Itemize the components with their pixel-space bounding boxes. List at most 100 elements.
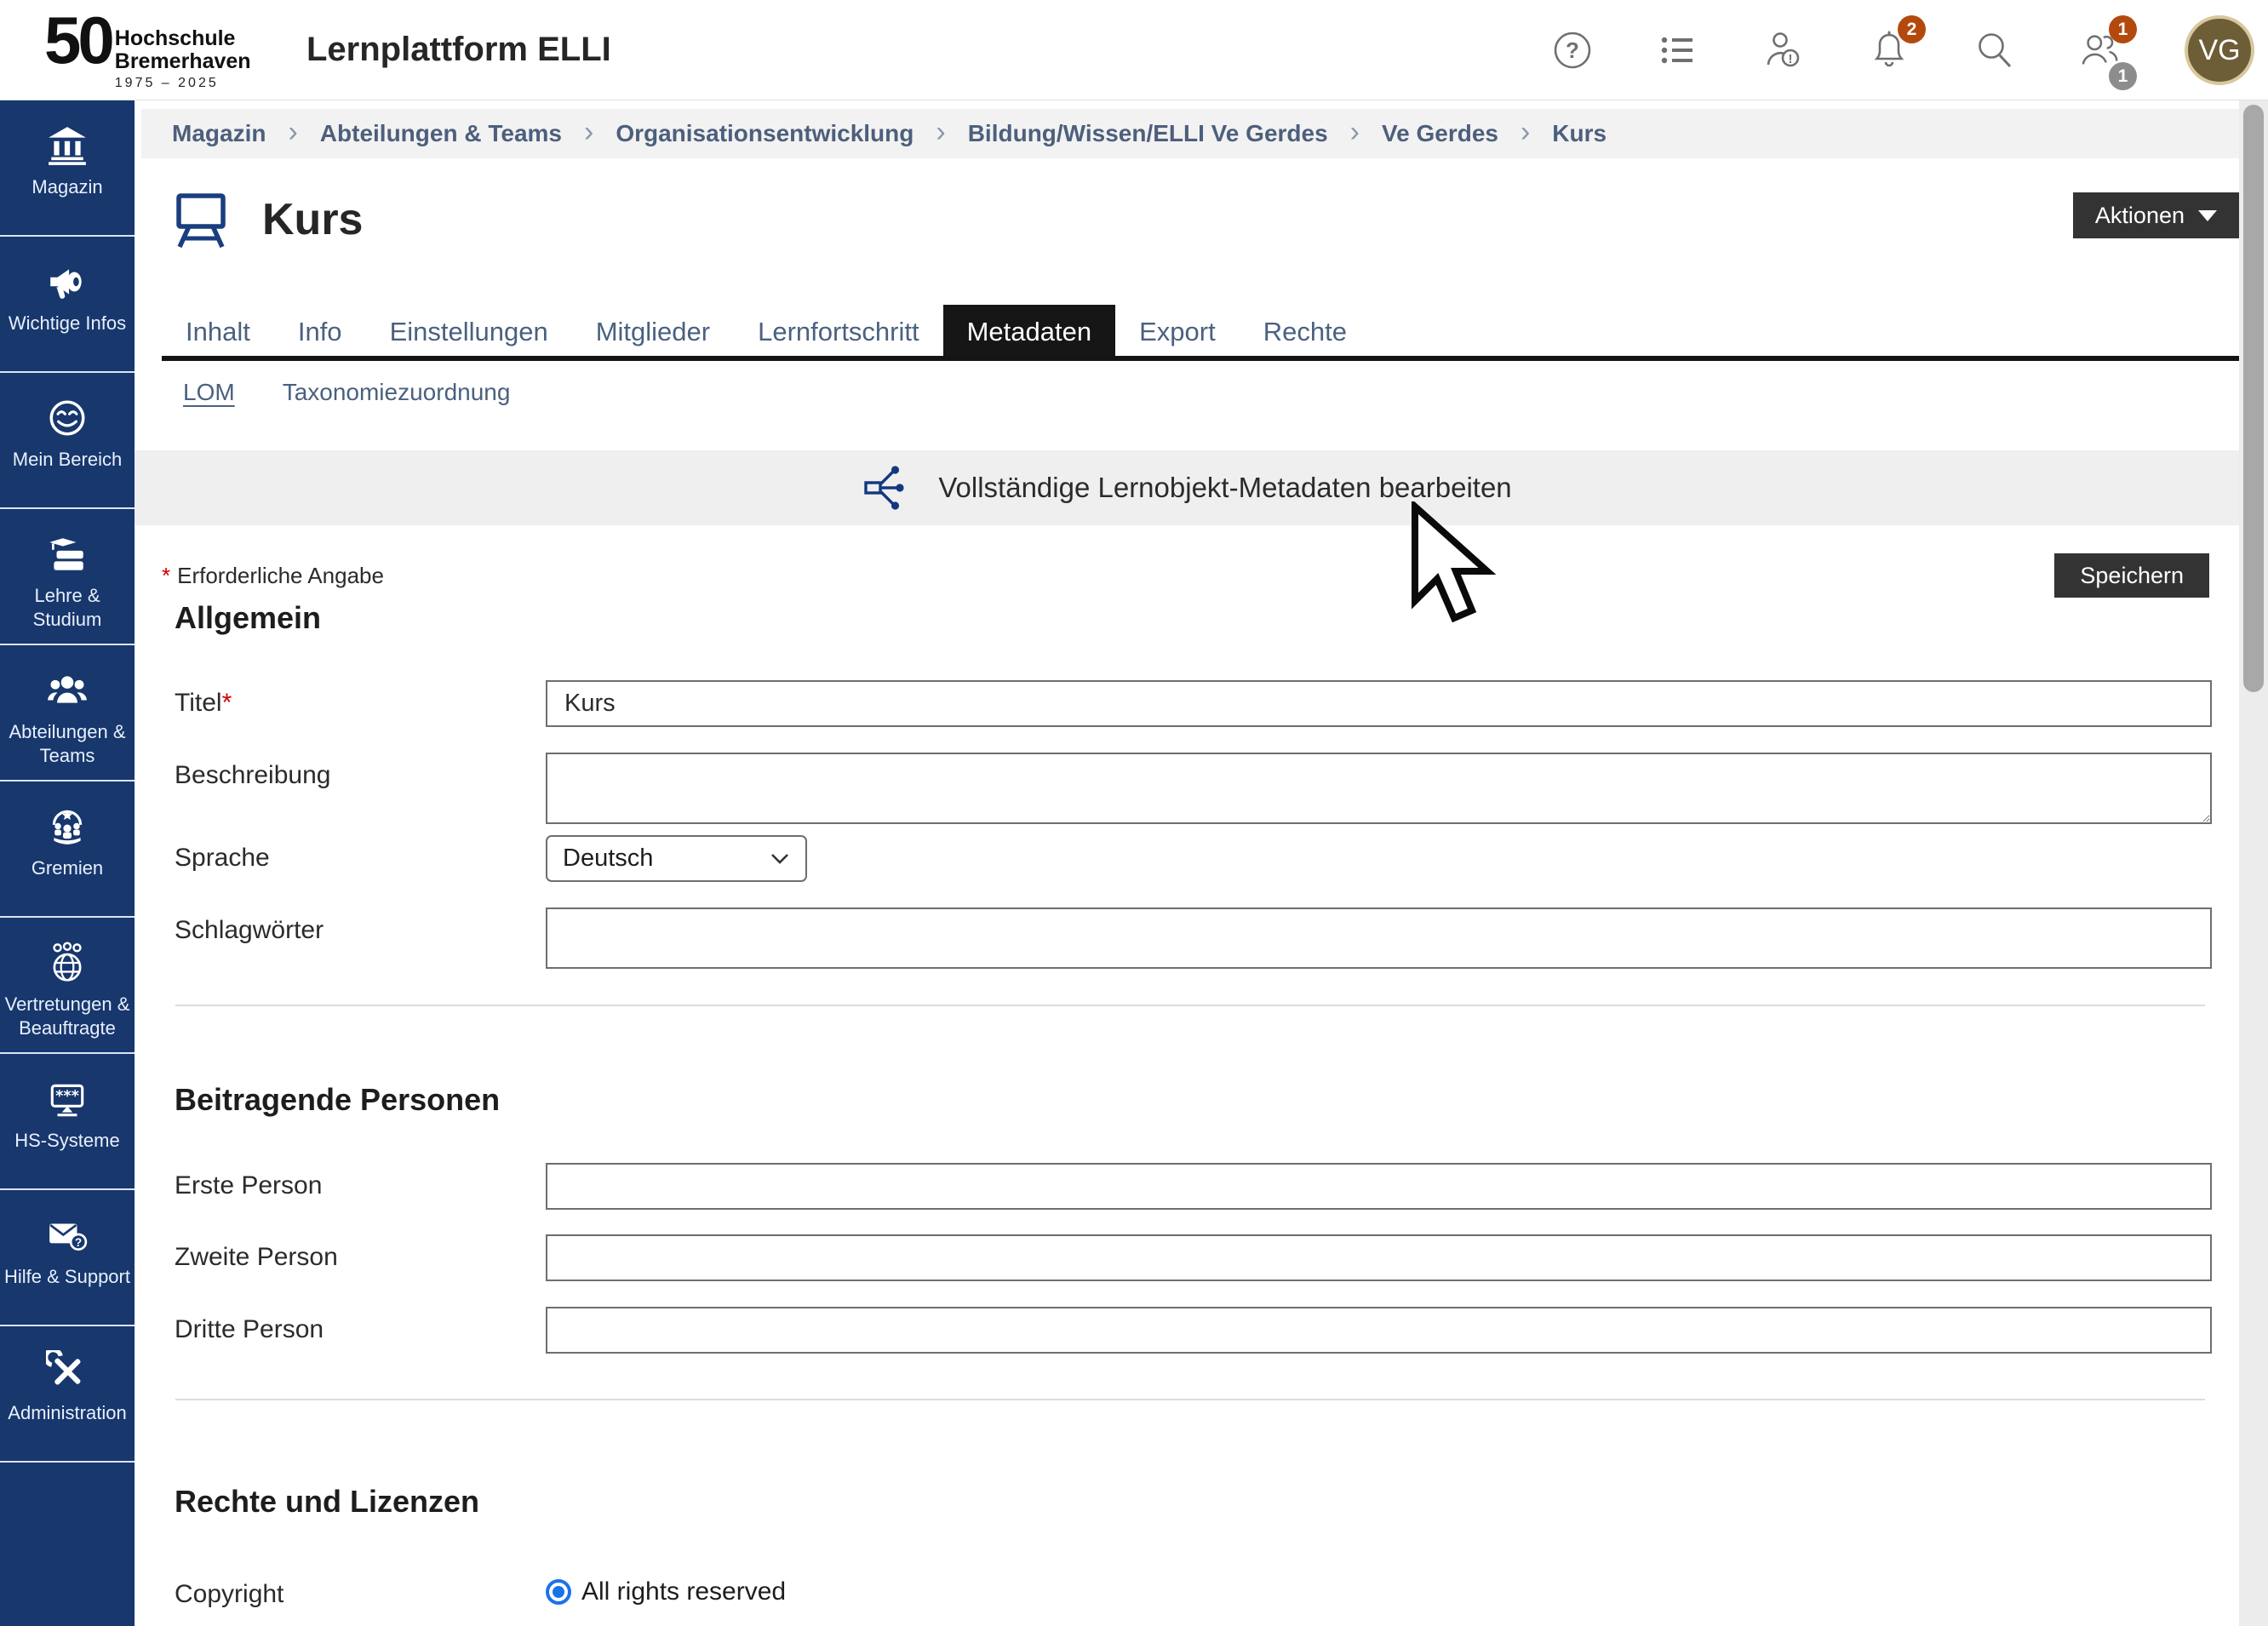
avatar[interactable]: VG [2185,15,2254,85]
svg-text:!: ! [1789,52,1793,66]
tab-lernfortschritt[interactable]: Lernfortschritt [734,305,943,356]
breadcrumb-item-kurs[interactable]: Kurs [1552,120,1606,147]
section-divider [175,1005,2205,1006]
copyright-radio[interactable] [546,1579,571,1605]
chevron-right-icon: › [288,116,297,149]
breadcrumb-item-ve-gerdes[interactable]: Ve Gerdes [1382,120,1498,147]
sprache-select[interactable]: Deutsch [546,835,807,882]
form-row-schlagwoerter: Schlagwörter [162,907,2212,969]
banner-label: Vollständige Lernobjekt-Metadaten bearbe… [938,472,1511,504]
svg-text:?: ? [75,1236,82,1249]
share-nodes-icon [862,461,916,515]
university-logo[interactable]: 50 Hochschule Bremerhaven 1975 – 2025 [44,9,251,91]
tab-info[interactable]: Info [274,305,366,356]
chevron-right-icon: › [1350,116,1360,149]
sidebar-item-gremien[interactable]: Gremien [0,782,135,918]
page-header: Kurs Aktionen [162,189,2239,250]
edit-full-metadata-banner[interactable]: Vollständige Lernobjekt-Metadaten bearbe… [135,450,2239,525]
tab-inhalt[interactable]: Inhalt [162,305,274,356]
chevron-right-icon: › [584,116,593,149]
tab-metadaten[interactable]: Metadaten [943,305,1116,356]
beschreibung-label: Beschreibung [162,753,546,828]
subtab-taxonomiezuordnung[interactable]: Taxonomiezuordnung [283,379,511,406]
sidebar-item-abteilungen-teams[interactable]: Abteilungen & Teams [0,645,135,782]
tab-mitglieder[interactable]: Mitglieder [572,305,734,356]
tab-rechte[interactable]: Rechte [1240,305,1371,356]
section-heading-personen: Beitragende Personen [175,1081,2239,1119]
course-board-icon [170,189,232,250]
chevron-right-icon: › [936,116,945,149]
breadcrumb-item-abteilungen[interactable]: Abteilungen & Teams [320,120,562,147]
vertical-scrollbar[interactable] [2239,100,2268,1626]
breadcrumb: Magazin › Abteilungen & Teams › Organisa… [141,109,2239,158]
mail-question-icon: ? [46,1214,89,1257]
page-title: Kurs [262,194,363,245]
breadcrumb-item-magazin[interactable]: Magazin [172,120,266,147]
form-row-erste-person: Erste Person [162,1163,2212,1210]
globe-people-icon [46,942,89,984]
who-is-online-button[interactable]: ! [1762,29,1805,72]
sidebar-item-label: Abteilungen & Teams [0,720,135,767]
zweite-person-input[interactable] [546,1234,2212,1281]
scrollbar-thumb[interactable] [2243,105,2264,692]
copyright-option-label: All rights reserved [581,1577,786,1606]
logo-text: Hochschule Bremerhaven 1975 – 2025 [115,27,251,91]
svg-text:?: ? [1566,37,1579,63]
subtab-bar: LOM Taxonomiezuordnung [183,376,2239,409]
breadcrumb-item-organisationsentwicklung[interactable]: Organisationsentwicklung [616,120,914,147]
list-icon [1658,30,1698,71]
screen: 50 Hochschule Bremerhaven 1975 – 2025 Le… [0,0,2268,1626]
sidebar-item-magazin[interactable]: Magazin [0,100,135,237]
form-row-titel: Titel* [162,680,2212,727]
logo-years: 1975 – 2025 [115,76,251,91]
notifications-badge: 2 [1898,15,1926,43]
sidebar-item-wichtige-infos[interactable]: Wichtige Infos [0,237,135,373]
contacts-badge-secondary: 1 [2109,62,2137,90]
search-button[interactable] [1973,29,2016,72]
tools-icon [46,1350,89,1393]
contacts-button[interactable]: 1 1 [2079,29,2122,72]
app-title: Lernplattform ELLI [306,31,611,69]
help-icon: ? [1552,30,1593,71]
actions-button-label: Aktionen [2095,203,2185,229]
actions-button[interactable]: Aktionen [2073,192,2239,238]
sidebar-item-label: Wichtige Infos [6,312,129,335]
monitor-icon: *** [46,1078,89,1120]
books-graduation-icon [46,533,89,575]
form-toolbar: * Erforderliche Angabe Speichern [162,553,2209,598]
save-button[interactable]: Speichern [2054,553,2209,598]
required-note: Erforderliche Angabe [177,563,384,589]
subtab-lom[interactable]: LOM [183,379,235,406]
search-icon [1973,29,2016,72]
sidebar-item-lehre-studium[interactable]: Lehre & Studium [0,509,135,645]
logo-name-line1: Hochschule [115,27,251,50]
copyright-option: All rights reserved [546,1572,2212,1609]
tab-einstellungen[interactable]: Einstellungen [366,305,572,356]
zweite-person-label: Zweite Person [162,1234,546,1281]
main-menu-button[interactable] [1657,29,1699,72]
titel-input[interactable] [546,680,2212,727]
sidebar-item-mein-bereich[interactable]: Mein Bereich [0,373,135,509]
schlagwoerter-label: Schlagwörter [162,907,546,969]
chevron-down-icon [770,852,790,866]
sidebar-item-administration[interactable]: Administration [0,1326,135,1463]
sidebar-item-hilfe-support[interactable]: ? Hilfe & Support [0,1190,135,1326]
tab-export[interactable]: Export [1115,305,1240,356]
erste-person-input[interactable] [546,1163,2212,1210]
notifications-button[interactable]: 2 [1868,29,1910,72]
logo-name-line2: Bremerhaven [115,50,251,73]
sidebar-item-vertretungen-beauftragte[interactable]: Vertretungen & Beauftragte [0,918,135,1054]
help-button[interactable]: ? [1551,29,1594,72]
sidebar-item-label: Magazin [29,175,105,199]
form-row-sprache: Sprache Deutsch [162,835,2212,882]
bank-icon [46,124,89,167]
breadcrumb-item-bildung-wissen[interactable]: Bildung/Wissen/ELLI Ve Gerdes [968,120,1328,147]
sidebar-item-hs-systeme[interactable]: *** HS-Systeme [0,1054,135,1190]
sidebar-item-label: HS-Systeme [12,1129,122,1153]
megaphone-icon [46,261,89,303]
form-row-beschreibung: Beschreibung [162,753,2212,828]
dritte-person-input[interactable] [546,1307,2212,1354]
schlagwoerter-input[interactable] [546,907,2212,969]
beschreibung-textarea[interactable] [546,753,2212,824]
section-divider [175,1399,2205,1400]
